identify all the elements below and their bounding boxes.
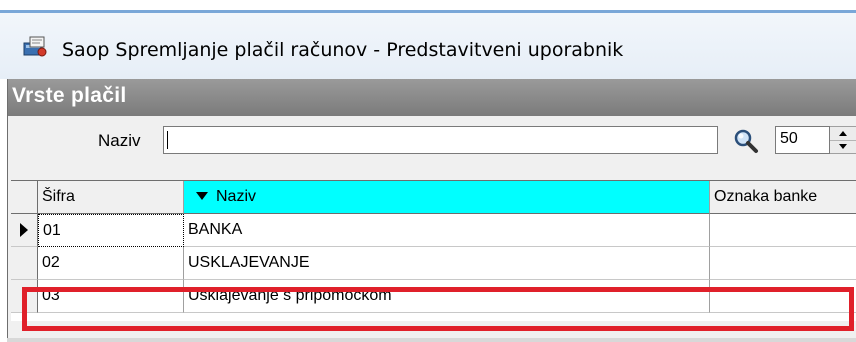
cell-oznaka-banke[interactable]	[710, 214, 856, 247]
chevron-up-icon	[839, 131, 847, 136]
panel-title: Vrste plačil	[12, 84, 127, 107]
chevron-down-icon	[839, 144, 847, 149]
page-size-input[interactable]: 50	[775, 126, 830, 154]
window-top-edge	[0, 0, 856, 13]
magnifier-icon[interactable]	[733, 128, 759, 154]
cell-naziv[interactable]: USKLAJEVANJE	[184, 247, 710, 280]
row-indicator	[11, 247, 38, 280]
app-payments-icon	[23, 36, 47, 57]
window-bottom-edge	[7, 338, 856, 342]
panel-header: Vrste plačil	[8, 79, 856, 116]
grid-header-row: Šifra Naziv Oznaka banke	[11, 181, 856, 214]
column-header-naziv[interactable]: Naziv	[184, 181, 710, 214]
cell-naziv[interactable]: BANKA	[184, 214, 710, 247]
column-header-sifra[interactable]: Šifra	[38, 181, 184, 214]
title-bar[interactable]: Saop Spremljanje plačil računov - Predst…	[0, 13, 856, 79]
cell-sifra[interactable]: 02	[38, 247, 184, 280]
sort-descending-icon	[196, 192, 208, 200]
column-header-naziv-label: Naziv	[216, 188, 257, 205]
spin-down-button[interactable]	[830, 141, 856, 154]
row-indicator-header	[11, 181, 38, 214]
column-header-oznaka-banke[interactable]: Oznaka banke	[710, 181, 856, 214]
spin-up-button[interactable]	[830, 127, 856, 141]
highlight-annotation-box	[22, 287, 854, 331]
table-row[interactable]: 01 BANKA	[11, 214, 856, 247]
current-row-arrow-icon	[20, 223, 28, 237]
text-caret	[167, 131, 168, 149]
table-row[interactable]: 02 USKLAJEVANJE	[11, 247, 856, 280]
cell-oznaka-banke[interactable]	[710, 247, 856, 280]
window-title: Saop Spremljanje plačil računov - Predst…	[62, 39, 624, 61]
row-indicator	[11, 214, 38, 247]
cell-sifra[interactable]: 01	[38, 214, 184, 247]
naziv-filter-input[interactable]	[163, 126, 718, 154]
filter-label: Naziv	[98, 131, 141, 150]
page-size-spinner[interactable]	[830, 126, 856, 154]
